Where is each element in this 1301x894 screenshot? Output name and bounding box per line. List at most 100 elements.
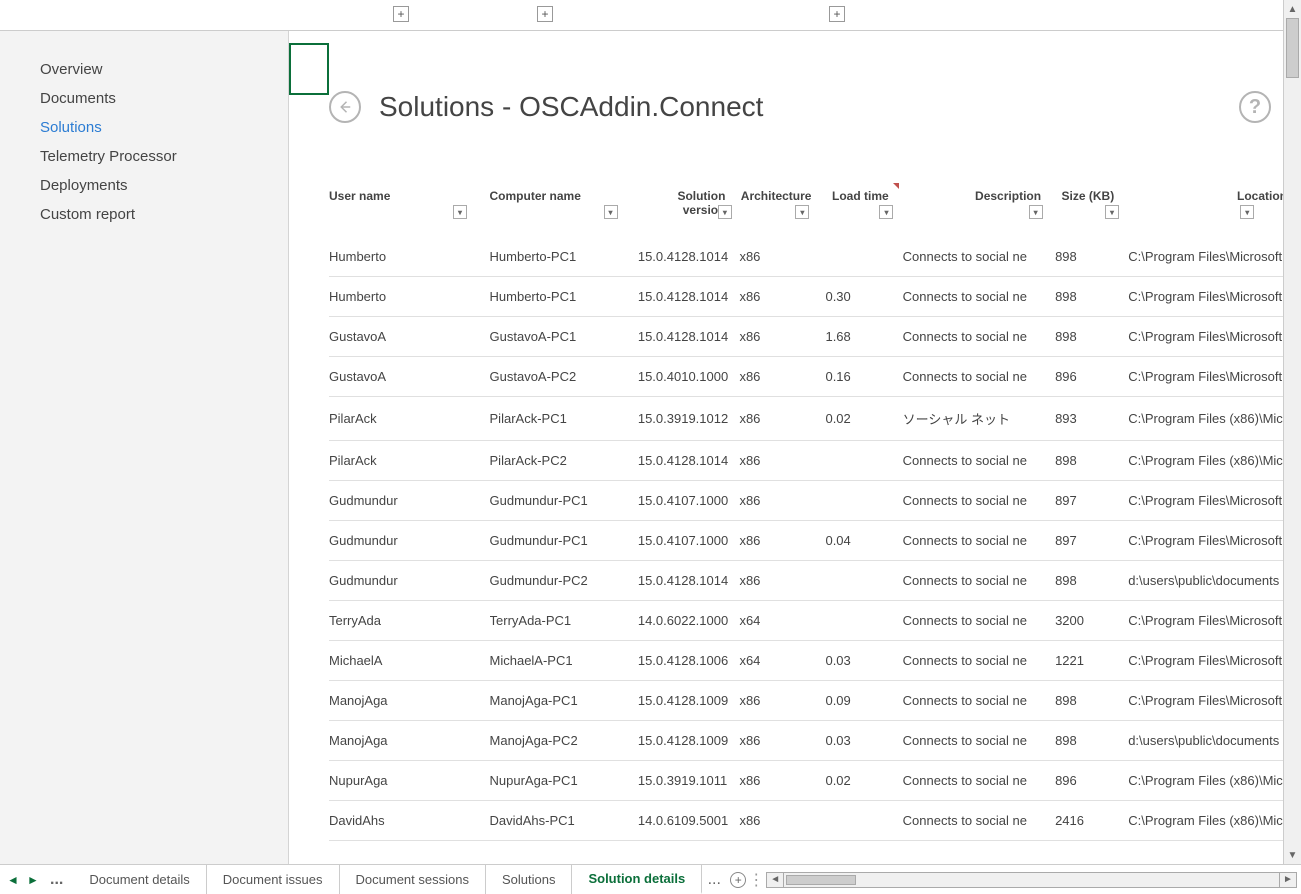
cell-size-kb[interactable]: 898 — [1055, 681, 1128, 721]
filter-dropdown-icon[interactable]: ▾ — [1105, 205, 1119, 219]
filter-dropdown-icon[interactable]: ▾ — [453, 205, 467, 219]
sidebar-item-deployments[interactable]: Deployments — [0, 171, 288, 200]
cell-description[interactable]: ソーシャル ネット — [903, 397, 1055, 441]
sheet-tab-solutions[interactable]: Solutions — [486, 865, 572, 894]
cell-user-name[interactable]: MichaelA — [329, 641, 490, 681]
table-row[interactable]: TerryAdaTerryAda-PC114.0.6022.1000x64Con… — [329, 601, 1301, 641]
table-row[interactable]: MichaelAMichaelA-PC115.0.4128.1006x640.0… — [329, 641, 1301, 681]
cell-user-name[interactable]: DavidAhs — [329, 801, 490, 841]
cell-architecture[interactable]: x86 — [739, 397, 825, 441]
cell-location[interactable]: C:\Program Files\Microsoft — [1128, 237, 1301, 277]
cell-description[interactable]: Connects to social ne — [903, 357, 1055, 397]
horizontal-scrollbar[interactable]: ◄ ► — [762, 865, 1301, 894]
sidebar-item-telemetry-processor[interactable]: Telemetry Processor — [0, 142, 288, 171]
cell-solution-version[interactable]: 15.0.3919.1012 — [638, 397, 740, 441]
sheet-nav-next[interactable]: ► — [26, 873, 40, 887]
new-sheet-button[interactable]: + — [726, 865, 750, 894]
cell-solution-version[interactable]: 15.0.4128.1009 — [638, 721, 740, 761]
cell-load-time[interactable] — [825, 481, 902, 521]
cell-solution-version[interactable]: 14.0.6022.1000 — [638, 601, 740, 641]
cell-load-time[interactable]: 0.30 — [825, 277, 902, 317]
cell-size-kb[interactable]: 898 — [1055, 441, 1128, 481]
cell-architecture[interactable]: x86 — [739, 277, 825, 317]
cell-description[interactable]: Connects to social ne — [903, 761, 1055, 801]
cell-architecture[interactable]: x86 — [739, 681, 825, 721]
cell-user-name[interactable]: PilarAck — [329, 441, 490, 481]
cell-size-kb[interactable]: 896 — [1055, 761, 1128, 801]
cell-load-time[interactable]: 1.68 — [825, 317, 902, 357]
cell-location[interactable]: C:\Program Files\Microsoft — [1128, 681, 1301, 721]
cell-description[interactable]: Connects to social ne — [903, 601, 1055, 641]
cell-computer-name[interactable]: PilarAck-PC1 — [490, 397, 638, 441]
cell-load-time[interactable]: 0.02 — [825, 761, 902, 801]
cell-computer-name[interactable]: DavidAhs-PC1 — [490, 801, 638, 841]
cell-computer-name[interactable]: Humberto-PC1 — [490, 237, 638, 277]
cell-architecture[interactable]: x86 — [739, 237, 825, 277]
sheet-tab-solution-details[interactable]: Solution details — [572, 865, 702, 894]
cell-load-time[interactable]: 0.02 — [825, 397, 902, 441]
cell-location[interactable]: C:\Program Files\Microsoft — [1128, 317, 1301, 357]
col-header-computer-name[interactable]: Computer name ▾ — [490, 183, 638, 237]
outline-expand-2[interactable]: + — [537, 6, 553, 22]
cell-architecture[interactable]: x86 — [739, 521, 825, 561]
cell-architecture[interactable]: x86 — [739, 761, 825, 801]
cell-architecture[interactable]: x86 — [739, 441, 825, 481]
sheet-nav-more[interactable]: ... — [46, 871, 67, 889]
cell-architecture[interactable]: x86 — [739, 481, 825, 521]
cell-user-name[interactable]: TerryAda — [329, 601, 490, 641]
cell-load-time[interactable] — [825, 441, 902, 481]
cell-computer-name[interactable]: Gudmundur-PC1 — [490, 521, 638, 561]
cell-load-time[interactable]: 0.03 — [825, 641, 902, 681]
cell-solution-version[interactable]: 15.0.4128.1014 — [638, 561, 740, 601]
sheet-tab-document-details[interactable]: Document details — [73, 865, 206, 894]
cell-description[interactable]: Connects to social ne — [903, 561, 1055, 601]
cell-architecture[interactable]: x64 — [739, 641, 825, 681]
cell-solution-version[interactable]: 15.0.4107.1000 — [638, 521, 740, 561]
filter-dropdown-icon[interactable]: ▾ — [1029, 205, 1043, 219]
outline-expand-1[interactable]: + — [393, 6, 409, 22]
filter-dropdown-icon[interactable]: ▾ — [879, 205, 893, 219]
table-row[interactable]: GudmundurGudmundur-PC115.0.4107.1000x86 C… — [329, 481, 1301, 521]
cell-architecture[interactable]: x86 — [739, 801, 825, 841]
cell-user-name[interactable]: GustavoA — [329, 357, 490, 397]
cell-location[interactable]: C:\Program Files (x86)\Micr — [1128, 397, 1301, 441]
sheet-tab-document-sessions[interactable]: Document sessions — [340, 865, 486, 894]
back-button[interactable] — [329, 91, 361, 123]
sidebar-item-overview[interactable]: Overview — [0, 55, 288, 84]
table-row[interactable]: PilarAckPilarAck-PC215.0.4128.1014x86Con… — [329, 441, 1301, 481]
col-header-user-name[interactable]: User name ▾ — [329, 183, 490, 237]
cell-location[interactable]: C:\Program Files\Microsoft — [1128, 481, 1301, 521]
cell-location[interactable]: C:\Program Files (x86)\Micr — [1128, 801, 1301, 841]
cell-solution-version[interactable]: 15.0.4107.1000 — [638, 481, 740, 521]
cell-architecture[interactable]: x86 — [739, 317, 825, 357]
cell-computer-name[interactable]: MichaelA-PC1 — [490, 641, 638, 681]
cell-user-name[interactable]: GustavoA — [329, 317, 490, 357]
cell-description[interactable]: Connects to social ne — [903, 481, 1055, 521]
cell-computer-name[interactable]: ManojAga-PC2 — [490, 721, 638, 761]
cell-size-kb[interactable]: 896 — [1055, 357, 1128, 397]
cell-location[interactable]: d:\users\public\documents — [1128, 721, 1301, 761]
cell-size-kb[interactable]: 898 — [1055, 237, 1128, 277]
cell-computer-name[interactable]: NupurAga-PC1 — [490, 761, 638, 801]
cell-load-time[interactable] — [825, 601, 902, 641]
scroll-right-button[interactable]: ► — [1279, 872, 1297, 888]
cell-user-name[interactable]: ManojAga — [329, 721, 490, 761]
cell-load-time[interactable] — [825, 561, 902, 601]
scroll-thumb[interactable] — [786, 875, 856, 885]
cell-load-time[interactable]: 0.04 — [825, 521, 902, 561]
cell-size-kb[interactable]: 893 — [1055, 397, 1128, 441]
cell-location[interactable]: C:\Program Files\Microsoft — [1128, 357, 1301, 397]
table-row[interactable]: GustavoAGustavoA-PC215.0.4010.1000x860.1… — [329, 357, 1301, 397]
cell-user-name[interactable]: Gudmundur — [329, 521, 490, 561]
cell-computer-name[interactable]: Gudmundur-PC1 — [490, 481, 638, 521]
cell-description[interactable]: Connects to social ne — [903, 681, 1055, 721]
cell-user-name[interactable]: Gudmundur — [329, 481, 490, 521]
filter-dropdown-icon[interactable]: ▾ — [718, 205, 732, 219]
cell-description[interactable]: Connects to social ne — [903, 317, 1055, 357]
sidebar-item-solutions[interactable]: Solutions — [0, 113, 288, 142]
sidebar-item-custom-report[interactable]: Custom report — [0, 200, 288, 229]
cell-location[interactable]: C:\Program Files\Microsoft — [1128, 521, 1301, 561]
cell-computer-name[interactable]: ManojAga-PC1 — [490, 681, 638, 721]
cell-location[interactable]: C:\Program Files (x86)\Micr — [1128, 441, 1301, 481]
scroll-thumb[interactable] — [1286, 18, 1299, 78]
